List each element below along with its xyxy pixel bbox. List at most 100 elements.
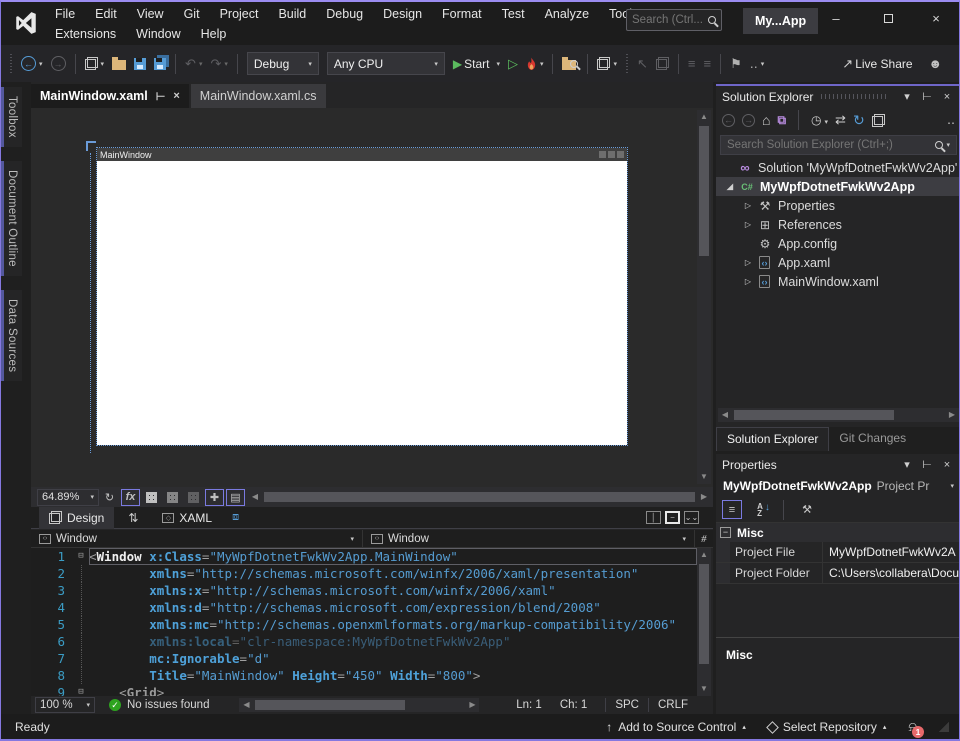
menu-window[interactable]: Window	[126, 24, 190, 45]
pin-icon[interactable]: ⊢	[156, 90, 166, 103]
xaml-designer-surface[interactable]: MainWindow ▲ ▼	[31, 108, 713, 487]
line-indicator[interactable]: Ln: 1	[516, 699, 542, 711]
designer-horizontal-scrollbar[interactable]: ◀ ▶	[248, 490, 711, 504]
collapse-all-icon[interactable]	[872, 114, 885, 127]
toolbar-overflow-button[interactable]: ‥▾	[747, 54, 768, 74]
category-header-misc[interactable]: − Misc	[716, 523, 960, 542]
collapse-pane-button[interactable]: ⌄⌄	[684, 511, 699, 524]
property-pages-wrench-icon[interactable]: ⚒	[797, 500, 817, 519]
expander-open-icon[interactable]: ◢	[722, 182, 738, 191]
expander-closed-icon[interactable]: ▷	[740, 201, 756, 210]
tab-mainwindow-xaml-cs[interactable]: MainWindow.xaml.cs	[191, 84, 326, 108]
side-tab-toolbox[interactable]: Toolbox	[1, 87, 22, 147]
fold-collapse-icon[interactable]: ⊟	[73, 548, 89, 565]
tree-item-mywpfdotnetfwkwv2app[interactable]: ◢C#MyWpfDotnetFwkWv2App	[716, 177, 960, 196]
solution-configuration-combo[interactable]: Debug▾	[247, 52, 319, 75]
feedback-button[interactable]: ☻	[925, 54, 945, 74]
save-button[interactable]	[131, 55, 149, 73]
forward-arrow-icon[interactable]: →	[742, 114, 755, 127]
switch-views-icon[interactable]: ⇄	[835, 112, 846, 128]
tab-solution-explorer[interactable]: Solution Explorer	[716, 427, 829, 451]
scroll-right-icon[interactable]: ▶	[945, 408, 959, 422]
menu-debug[interactable]: Debug	[316, 4, 373, 25]
scroll-up-icon[interactable]: ▲	[697, 548, 711, 562]
issues-status-text[interactable]: No issues found	[127, 699, 209, 711]
navigate-back-button[interactable]: ←▾	[18, 53, 46, 74]
solution-explorer-header[interactable]: Solution Explorer ▾ ⊢ ×	[716, 86, 960, 107]
editor-vertical-scrollbar[interactable]: ▲ ▼	[697, 548, 711, 696]
global-search-box[interactable]	[626, 9, 722, 31]
expander-closed-icon[interactable]: ▷	[740, 220, 756, 229]
toolbar-overflow-icon[interactable]: ‥	[947, 113, 955, 127]
scroll-down-icon[interactable]: ▼	[697, 682, 711, 696]
start-without-debugging-button[interactable]: ▷	[505, 54, 521, 74]
menu-help[interactable]: Help	[191, 24, 237, 45]
toggle-artboard-bg-icon[interactable]	[184, 489, 203, 506]
menu-test[interactable]: Test	[492, 4, 535, 25]
panel-menu-icon[interactable]: ▾	[899, 458, 915, 471]
start-debugging-button[interactable]: ▶Start▾	[450, 54, 503, 74]
minimize-button[interactable]: –	[813, 2, 859, 34]
tree-item-app-config[interactable]: ⚙App.config	[716, 234, 960, 253]
menu-file[interactable]: File	[45, 4, 85, 25]
scrollbar-thumb[interactable]	[734, 410, 894, 420]
panel-menu-icon[interactable]: ▾	[899, 90, 915, 103]
scrollbar-thumb[interactable]	[255, 700, 405, 710]
copy-structure-button[interactable]	[653, 54, 672, 73]
toolbar-grip[interactable]	[624, 54, 630, 74]
code-line-1[interactable]: 1⊟<Window x:Class="MyWpfDotnetFwkWv2App.…	[31, 548, 697, 565]
live-share-button[interactable]: ↗Live Share	[839, 54, 919, 74]
preview-window-button[interactable]: ▾	[594, 54, 620, 73]
code-line-3[interactable]: 3 xmlns:x="http://schemas.microsoft.com/…	[31, 582, 697, 599]
breadcrumb-right[interactable]: ‹› Window▾	[363, 530, 695, 547]
tree-item-mainwindow-xaml[interactable]: ▷‹›MainWindow.xaml	[716, 272, 960, 291]
menu-build[interactable]: Build	[268, 4, 316, 25]
scrollbar-thumb[interactable]	[699, 126, 709, 256]
scroll-up-icon[interactable]: ▲	[697, 110, 711, 124]
close-icon[interactable]: ×	[939, 459, 955, 471]
xaml-code-editor[interactable]: 1⊟<Window x:Class="MyWpfDotnetFwkWv2App.…	[31, 548, 697, 696]
swap-panes-icon[interactable]: ⇅	[128, 511, 138, 525]
spaces-indicator[interactable]: SPC	[605, 698, 648, 712]
designer-zoom-combo[interactable]: 64.89%▾	[37, 489, 99, 506]
design-canvas[interactable]	[97, 161, 627, 445]
find-in-files-button[interactable]	[559, 54, 581, 73]
column-indicator[interactable]: Ch: 1	[560, 699, 588, 711]
notifications-bell-button[interactable]: ⍾ 1	[908, 719, 917, 735]
solution-platform-combo[interactable]: Any CPU▾	[327, 52, 445, 75]
scroll-left-icon[interactable]: ◀	[239, 698, 253, 712]
designer-vertical-scrollbar[interactable]: ▲ ▼	[697, 110, 711, 484]
expander-closed-icon[interactable]: ▷	[740, 277, 756, 286]
tree-item-properties[interactable]: ▷⚒Properties	[716, 196, 960, 215]
select-repository-button[interactable]: Select Repository ▴	[768, 720, 887, 734]
xaml-view-tab[interactable]: ◇ XAML	[152, 509, 222, 527]
design-view-tab[interactable]: Design	[39, 507, 114, 529]
solution-explorer-horizontal-scrollbar[interactable]: ◀ ▶	[718, 408, 959, 422]
resize-grip[interactable]	[939, 722, 949, 732]
code-line-8[interactable]: 8 Title="MainWindow" Height="450" Width=…	[31, 667, 697, 684]
search-options-icon[interactable]: ▾	[946, 141, 950, 149]
selection-corner-handle[interactable]	[86, 141, 96, 151]
editor-horizontal-scrollbar[interactable]: ◀ ▶	[239, 698, 479, 712]
close-button[interactable]: ×	[913, 2, 959, 34]
property-value[interactable]: MyWpfDotnetFwkWv2A	[822, 542, 960, 562]
scrollbar-thumb[interactable]	[264, 492, 695, 502]
scrollbar-thumb[interactable]	[699, 564, 709, 664]
properties-header[interactable]: Properties ▾ ⊢ ×	[716, 454, 960, 475]
tab-mainwindow-xaml[interactable]: MainWindow.xaml ⊢ ×	[31, 84, 189, 108]
pointer-tool-button[interactable]: ↖	[634, 54, 651, 74]
code-line-6[interactable]: 6 xmlns:local="clr-namespace:MyWpfDotnet…	[31, 633, 697, 650]
save-all-button[interactable]	[151, 55, 169, 73]
solution-explorer-search-input[interactable]	[727, 139, 935, 151]
editor-zoom-combo[interactable]: 100 %▾	[35, 697, 95, 713]
line-ending-indicator[interactable]: CRLF	[648, 698, 697, 712]
menu-project[interactable]: Project	[210, 4, 269, 25]
sync-with-active-document-icon[interactable]: ⧉	[777, 113, 786, 128]
menu-edit[interactable]: Edit	[85, 4, 127, 25]
refresh-icon[interactable]: ↻	[853, 112, 865, 129]
snap-grid-icon[interactable]	[163, 489, 182, 506]
decrease-indent-button[interactable]: ≡	[685, 54, 699, 74]
fold-collapse-icon[interactable]: ⊟	[73, 684, 89, 696]
hot-reload-button[interactable]: ▾	[523, 54, 547, 74]
code-line-9[interactable]: 9⊟ <Grid>	[31, 684, 697, 696]
